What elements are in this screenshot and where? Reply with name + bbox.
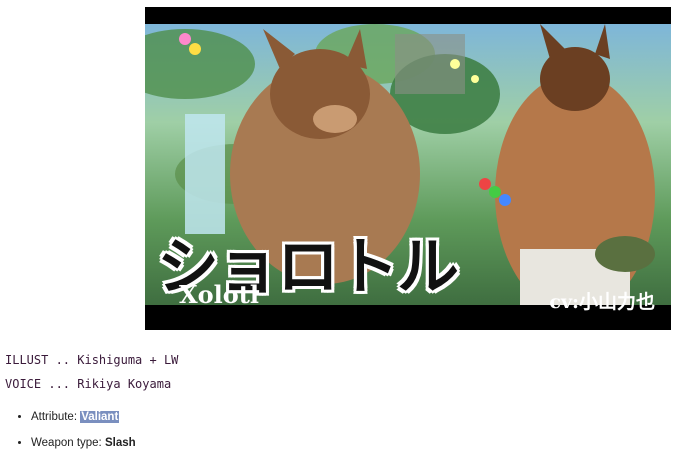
character-name-english: Xolotl [179, 280, 259, 309]
voice-actor-caption: cv:小山力也 [549, 291, 655, 313]
banner-artwork: ショロトル [145, 24, 671, 305]
weapon-type-value: Slash [104, 437, 136, 449]
list-item-attribute: Attribute: Valiant [31, 404, 136, 430]
attribute-value: Valiant [80, 411, 120, 423]
attribute-label: Attribute: [31, 411, 81, 423]
character-info-list: Attribute: Valiant Weapon type: Slash [0, 404, 136, 456]
weapon-type-label: Weapon type: [31, 437, 105, 449]
list-item-weapon-type: Weapon type: Slash [31, 430, 136, 456]
credits-block: ILLUST .. Kishiguma + LW VOICE ... Rikiy… [5, 348, 178, 396]
illust-credit: ILLUST .. Kishiguma + LW [5, 353, 179, 367]
character-banner: ショロトル Xolotl cv:小山力也 [145, 7, 671, 330]
voice-credit: VOICE ... Rikiya Koyama [5, 377, 172, 391]
